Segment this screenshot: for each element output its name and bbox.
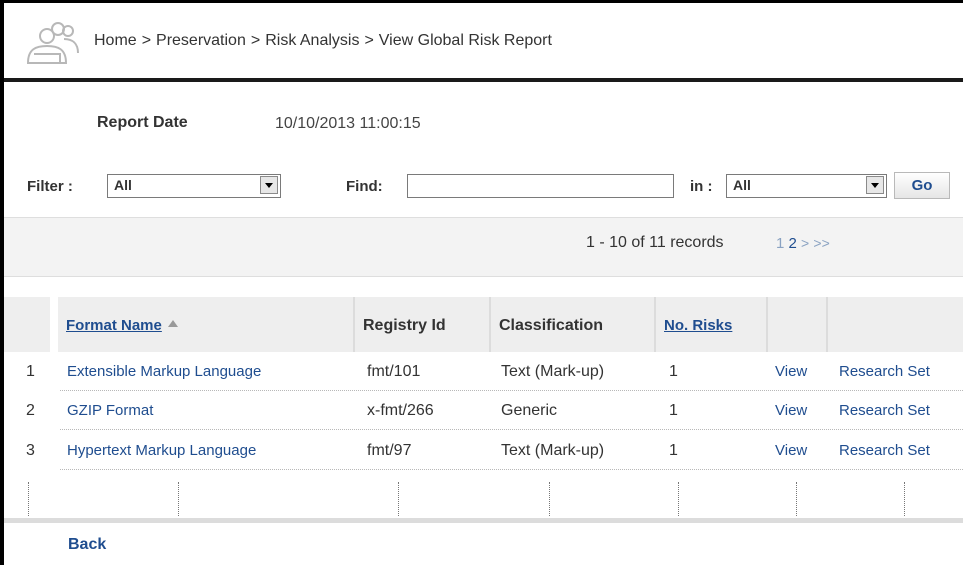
header-no-risks[interactable]: No. Risks bbox=[656, 297, 768, 352]
classification: Text (Mark-up) bbox=[501, 442, 605, 459]
risk-count: 1 bbox=[669, 442, 678, 459]
elided-rows-marker bbox=[904, 482, 905, 516]
header-registry-id-label: Registry Id bbox=[363, 317, 446, 334]
table-row: 3 Hypertext Markup Language fmt/97 Text … bbox=[4, 432, 963, 470]
table-footer-bar bbox=[4, 518, 963, 523]
filter-label: Filter : bbox=[27, 178, 73, 195]
sort-no-risks-link[interactable]: No. Risks bbox=[664, 317, 732, 334]
risk-count: 1 bbox=[669, 402, 678, 419]
breadcrumb-risk-analysis[interactable]: Risk Analysis bbox=[265, 32, 359, 49]
filter-select-value: All bbox=[114, 177, 132, 193]
row-index: 1 bbox=[26, 363, 35, 380]
row-index: 2 bbox=[26, 402, 35, 419]
elided-rows-marker bbox=[28, 482, 29, 516]
elided-rows-marker bbox=[178, 482, 179, 516]
breadcrumb-current: View Global Risk Report bbox=[378, 32, 552, 49]
format-name-link[interactable]: Extensible Markup Language bbox=[67, 363, 261, 380]
in-select-value: All bbox=[733, 177, 751, 193]
classification: Generic bbox=[501, 402, 558, 419]
records-count: 1 - 10 of 11 records bbox=[586, 234, 724, 251]
research-set-link[interactable]: Research Set bbox=[839, 442, 930, 459]
registry-id: x-fmt/266 bbox=[367, 402, 434, 419]
header-format-name[interactable]: Format Name bbox=[58, 297, 355, 352]
breadcrumb-preservation[interactable]: Preservation bbox=[156, 32, 246, 49]
research-set-link[interactable]: Research Set bbox=[839, 402, 930, 419]
registry-id: fmt/97 bbox=[367, 442, 412, 459]
view-link[interactable]: View bbox=[775, 402, 807, 419]
format-name-link[interactable]: GZIP Format bbox=[67, 402, 153, 419]
in-label: in : bbox=[690, 178, 713, 195]
users-icon bbox=[26, 22, 79, 64]
table-row: 2 GZIP Format x-fmt/266 Generic 1 View R… bbox=[4, 392, 963, 430]
page-1: 1 bbox=[776, 235, 785, 252]
breadcrumb-home[interactable]: Home bbox=[94, 32, 137, 49]
header-index-col bbox=[4, 297, 54, 352]
filter-select[interactable]: All bbox=[107, 174, 281, 198]
breadcrumb-separator: > bbox=[141, 32, 152, 49]
report-date-label: Report Date bbox=[97, 114, 188, 131]
classification: Text (Mark-up) bbox=[501, 363, 605, 380]
header-view-col bbox=[768, 297, 828, 352]
breadcrumb-separator: > bbox=[250, 32, 261, 49]
registry-id: fmt/101 bbox=[367, 363, 421, 380]
header-classification-label: Classification bbox=[499, 317, 604, 334]
page-header: Home > Preservation > Risk Analysis > View Glo… bbox=[4, 3, 963, 78]
row-divider bbox=[60, 429, 963, 430]
row-divider bbox=[60, 469, 963, 470]
row-index: 3 bbox=[26, 442, 35, 459]
row-divider bbox=[60, 390, 963, 391]
format-name-link[interactable]: Hypertext Markup Language bbox=[67, 442, 256, 459]
header-format-name-wrap: Format Name bbox=[66, 317, 178, 335]
sort-format-name-link[interactable]: Format Name bbox=[66, 317, 162, 334]
sort-ascending-icon bbox=[167, 320, 178, 328]
chevron-down-icon[interactable] bbox=[866, 176, 884, 194]
pagination: 1 2 > >> bbox=[776, 235, 830, 252]
go-button[interactable]: Go bbox=[894, 172, 950, 199]
page-2-link[interactable]: 2 bbox=[789, 235, 797, 252]
elided-rows-marker bbox=[678, 482, 679, 516]
elided-rows-marker bbox=[398, 482, 399, 516]
view-link[interactable]: View bbox=[775, 363, 807, 380]
find-label: Find: bbox=[346, 178, 383, 195]
header-divider bbox=[4, 78, 963, 82]
last-page-link[interactable]: >> bbox=[813, 235, 829, 251]
breadcrumb-separator: > bbox=[364, 32, 374, 49]
window-left-border bbox=[0, 0, 4, 565]
next-page-link[interactable]: > bbox=[801, 235, 809, 251]
breadcrumb: Home > Preservation > Risk Analysis > View Glo… bbox=[94, 32, 552, 50]
header-research-col bbox=[828, 297, 963, 352]
elided-rows-marker bbox=[796, 482, 797, 516]
chevron-down-icon[interactable] bbox=[260, 176, 278, 194]
in-select[interactable]: All bbox=[726, 174, 887, 198]
header-classification: Classification bbox=[491, 297, 656, 352]
back-link[interactable]: Back bbox=[68, 536, 106, 554]
elided-rows-marker bbox=[549, 482, 550, 516]
view-link[interactable]: View bbox=[775, 442, 807, 459]
header-registry-id: Registry Id bbox=[355, 297, 491, 352]
research-set-link[interactable]: Research Set bbox=[839, 363, 930, 380]
table-row: 1 Extensible Markup Language fmt/101 Tex… bbox=[4, 353, 963, 391]
risk-count: 1 bbox=[669, 363, 678, 380]
find-input[interactable] bbox=[407, 174, 674, 198]
report-date-value: 10/10/2013 11:00:15 bbox=[275, 115, 421, 132]
